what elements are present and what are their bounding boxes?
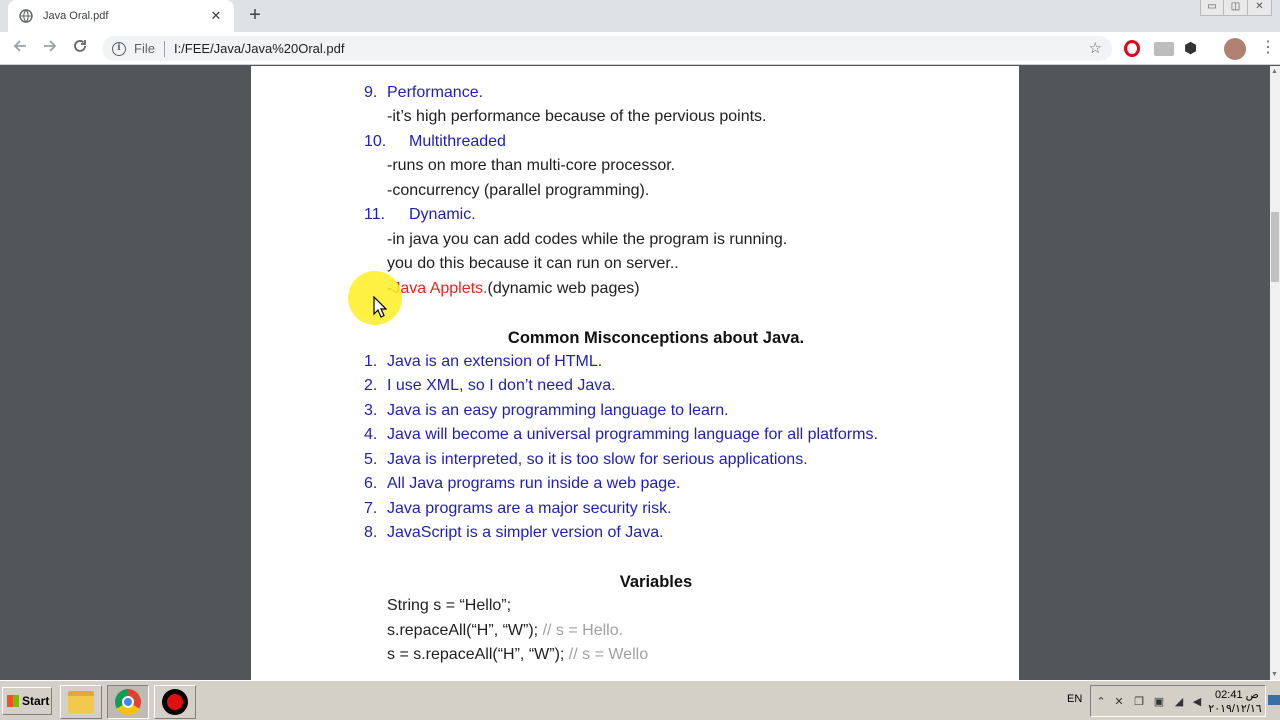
- star-icon[interactable]: ☆: [1089, 39, 1102, 57]
- taskbar-explorer[interactable]: [60, 685, 102, 719]
- applets-line: -Java Applets.(dynamic web pages): [387, 279, 640, 299]
- list-item: Java is interpreted, so it is too slow f…: [387, 451, 808, 468]
- list-item: Java will become a universal programming…: [387, 426, 878, 443]
- list-item: Java programs are a major security risk.: [387, 500, 672, 517]
- taskbar-recorder[interactable]: [154, 685, 196, 719]
- taskbar: Start EN ⌃ ✕ ❐ ▣ ◢ ◀ 02:41 ص ٢٠١٩/١٢/١٦: [0, 680, 1280, 720]
- list-item-number: 2.: [364, 377, 378, 394]
- code-line-2-code: s.repaceAll(“H”, “W”);: [387, 622, 539, 639]
- tab-strip: Java Oral.pdf ✕ + ▭ ◫ ✕: [0, 0, 1280, 32]
- network-icon[interactable]: ◢: [1173, 695, 1185, 709]
- list-item-number: 4.: [364, 426, 378, 443]
- new-tab-button[interactable]: +: [244, 4, 266, 26]
- mouse-pointer-icon: [373, 296, 387, 318]
- applets-rest: (dynamic web pages): [487, 280, 640, 297]
- chevron-up-icon[interactable]: ⌃: [1095, 695, 1107, 709]
- variables-heading: Variables: [619, 573, 693, 591]
- record-icon: [162, 689, 188, 715]
- security-icon[interactable]: ✕: [1113, 695, 1125, 709]
- back-arrow-icon[interactable]: [10, 38, 30, 58]
- list-item-number: 8.: [364, 524, 378, 541]
- item-10-desc-2: -concurrency (parallel programming).: [387, 182, 650, 199]
- pdf-viewer: 9. Performance. -it’s high performance b…: [0, 66, 1270, 680]
- item-9-title: Performance.: [387, 84, 484, 101]
- code-line-1: String s = “Hello”;: [387, 597, 512, 614]
- list-item: I use XML, so I don’t need Java.: [387, 377, 616, 394]
- code-line-2-comment: // s = Hello.: [542, 622, 624, 639]
- tab-java-oral[interactable]: Java Oral.pdf ✕: [8, 0, 234, 32]
- item-11-desc-1: -in java you can add codes while the pro…: [387, 231, 788, 248]
- list-item: Java is an easy programming language to …: [387, 402, 729, 419]
- list-item-number: 5.: [364, 451, 378, 468]
- restore-button[interactable]: ◫: [1224, 0, 1248, 16]
- list-item-number: 6.: [364, 475, 378, 492]
- kebab-menu-icon[interactable]: ⋮: [1260, 38, 1276, 58]
- scroll-down-icon[interactable]: ▼: [1271, 671, 1278, 678]
- volume-icon[interactable]: ◀: [1191, 695, 1203, 709]
- profile-avatar[interactable]: [1224, 38, 1246, 60]
- close-window-button[interactable]: ✕: [1248, 0, 1272, 16]
- reload-icon[interactable]: [70, 38, 90, 58]
- start-button[interactable]: Start: [2, 687, 52, 715]
- windows-logo-icon: [7, 695, 19, 707]
- item-10-desc-1: -runs on more than multi-core processor.: [387, 157, 676, 174]
- copy-icon[interactable]: ❐: [1133, 695, 1145, 709]
- item-9-desc: -it’s high performance because of the pe…: [387, 108, 767, 125]
- chrome-icon: [115, 689, 141, 715]
- mail-extension-icon[interactable]: [1154, 42, 1174, 56]
- code-line-3-code: s = s.repaceAll(“H”, “W”);: [387, 646, 565, 663]
- system-tray: ⌃ ✕ ❐ ▣ ◢ ◀ 02:41 ص ٢٠١٩/١٢/١٦: [1090, 685, 1266, 717]
- language-indicator[interactable]: EN: [1067, 693, 1082, 705]
- item-11-desc-2: you do this because it can run on server…: [387, 255, 679, 272]
- info-icon[interactable]: i: [112, 41, 126, 56]
- globe-icon: [18, 8, 34, 24]
- list-item: Java is an extension of HTML.: [387, 353, 603, 370]
- item-10-title: Multithreaded: [409, 133, 506, 150]
- code-line-3-comment: // s = Wello: [568, 646, 649, 663]
- address-bar[interactable]: i File I:/FEE/Java/Java%20Oral.pdf ☆: [102, 36, 1112, 61]
- browser-toolbar: i File I:/FEE/Java/Java%20Oral.pdf ☆ ⬢ ⋮: [0, 32, 1280, 65]
- close-tab-icon[interactable]: ✕: [208, 8, 224, 24]
- list-item-number: 1.: [364, 353, 378, 370]
- taskbar-chrome[interactable]: [107, 685, 149, 719]
- start-label: Start: [22, 694, 50, 708]
- opera-extension-icon[interactable]: [1124, 40, 1140, 57]
- list-item-number: 3.: [364, 402, 378, 419]
- list-item: All Java programs run inside a web page.: [387, 475, 681, 492]
- code-line-2: s.repaceAll(“H”, “W”); // s = Hello.: [387, 621, 623, 641]
- list-item-number: 7.: [364, 500, 378, 517]
- scheme-label: File: [134, 41, 155, 56]
- misconceptions-heading: Common Misconceptions about Java.: [507, 329, 805, 347]
- vertical-scrollbar[interactable]: ▲ ▼: [1270, 66, 1280, 680]
- cube-extension-icon[interactable]: ⬢: [1184, 40, 1202, 58]
- device-icon[interactable]: ▣: [1153, 695, 1165, 709]
- scroll-up-icon[interactable]: ▲: [1271, 68, 1278, 75]
- tab-title: Java Oral.pdf: [43, 10, 109, 22]
- omnibox-divider: [163, 40, 165, 57]
- scrollbar-thumb[interactable]: [1271, 212, 1279, 282]
- applets-label: Java Applets.: [392, 280, 488, 297]
- code-line-3: s = s.repaceAll(“H”, “W”); // s = Wello: [387, 645, 648, 665]
- forward-arrow-icon[interactable]: [40, 38, 60, 58]
- item-11-number: 11.: [364, 206, 386, 223]
- url-text[interactable]: I:/FEE/Java/Java%20Oral.pdf: [174, 41, 345, 56]
- window-controls: ▭ ◫ ✕: [1200, 0, 1272, 16]
- show-desktop-button[interactable]: [1268, 695, 1280, 705]
- minimize-button[interactable]: ▭: [1200, 0, 1224, 16]
- clock-time[interactable]: 02:41 ص: [1209, 688, 1265, 701]
- item-9-number: 9.: [364, 84, 378, 101]
- pdf-page: 9. Performance. -it’s high performance b…: [251, 66, 1019, 680]
- item-11-title: Dynamic.: [409, 206, 476, 223]
- list-item: JavaScript is a simpler version of Java.: [387, 524, 664, 541]
- folder-icon: [68, 691, 94, 713]
- clock-date[interactable]: ٢٠١٩/١٢/١٦: [1205, 702, 1265, 715]
- item-10-number: 10.: [364, 133, 387, 150]
